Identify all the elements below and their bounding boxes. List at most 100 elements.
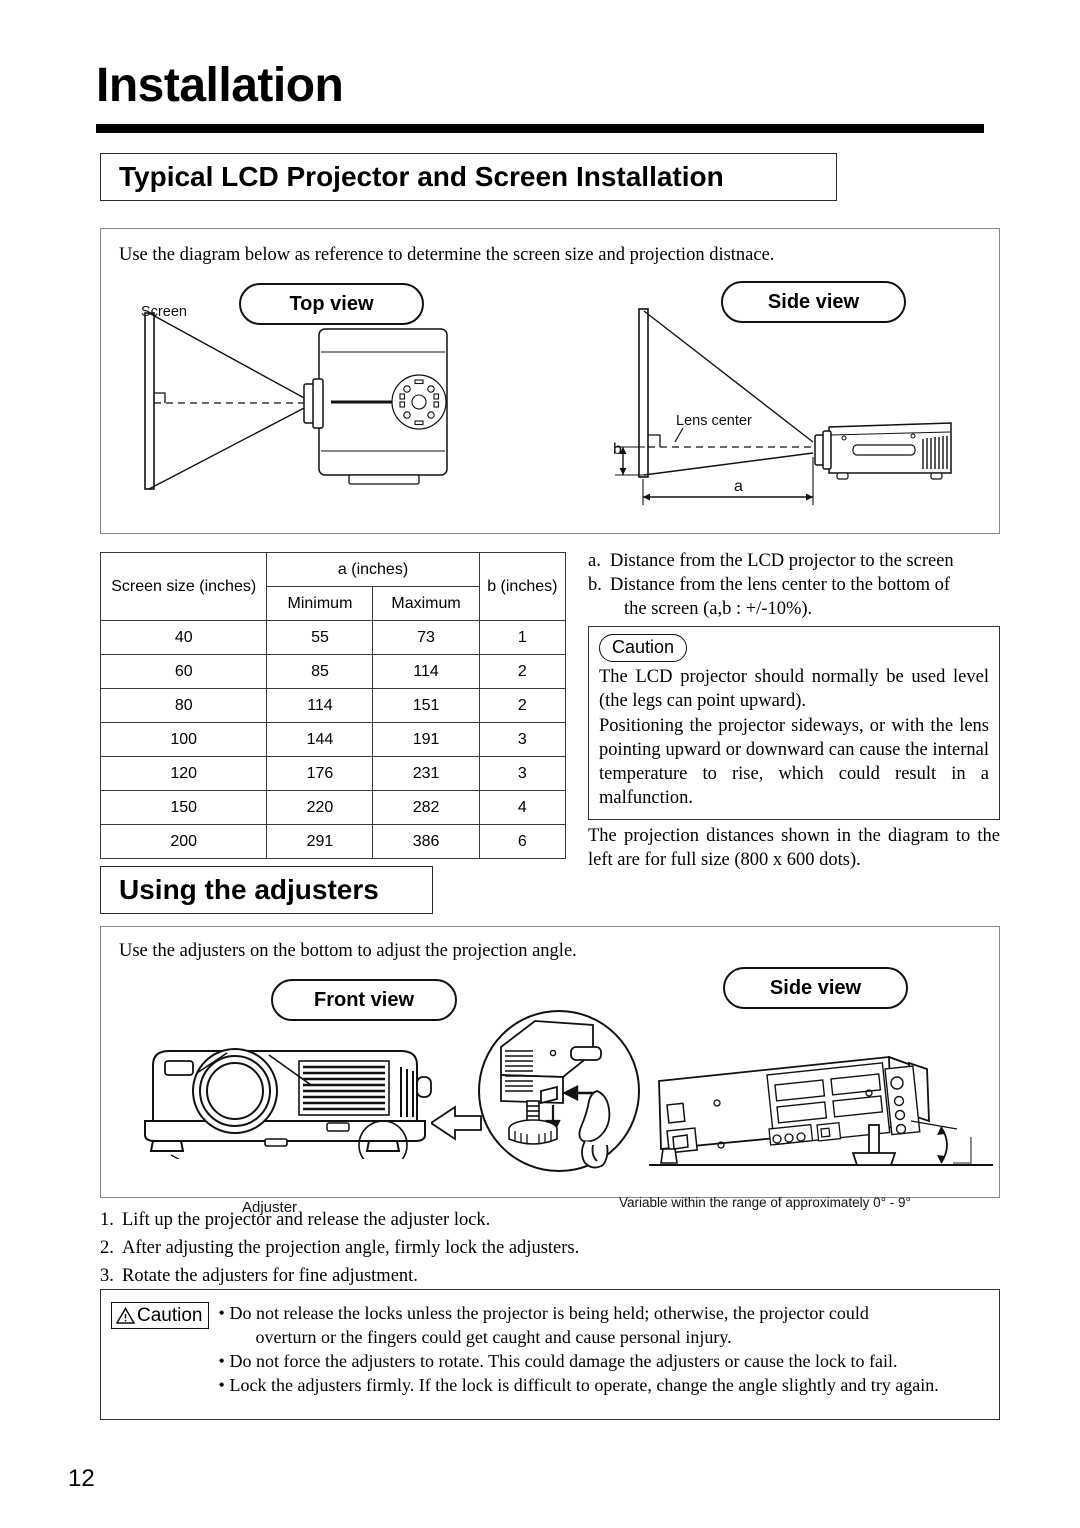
legend-a-text: Distance from the LCD projector to the s… (610, 551, 954, 571)
caution-bullet-text-continued: overturn or the fingers could get caught… (255, 1326, 732, 1347)
side-view-pill-bottom: Side view (723, 967, 908, 1009)
legend-b-text: Distance from the lens center to the bot… (610, 575, 951, 596)
step-text: Rotate the adjusters for fine adjustment… (122, 1266, 418, 1287)
step-text: After adjusting the projection angle, fi… (122, 1238, 580, 1259)
page-number: 12 (68, 1465, 95, 1492)
legend-item-a: a. Distance from the LCD projector to th… (588, 549, 1000, 573)
step-number: 1. (100, 1210, 114, 1230)
page-title: Installation (96, 59, 344, 112)
cell-a-min: 114 (266, 688, 374, 723)
legend-b-key: b. (588, 575, 602, 596)
header-b: b (inches) (478, 552, 567, 621)
section-heading-typical-installation: Typical LCD Projector and Screen Install… (100, 153, 837, 201)
adjuster-steps-list: 1. Lift up the projector and release the … (100, 1206, 1000, 1290)
caution-paragraph-1: The LCD projector should normally be use… (599, 667, 989, 712)
cell-a-min: 55 (266, 620, 374, 655)
cell-a-max: 191 (372, 722, 480, 757)
manual-page: Installation Typical LCD Projector and S… (0, 0, 1080, 1528)
top-view-pill-label: Top view (289, 292, 374, 315)
cell-screen-size: 120 (99, 756, 268, 791)
bullet-marker: • (218, 1350, 225, 1371)
dimension-b-label: b (613, 441, 622, 458)
adjusters-side-view-illustration (649, 1055, 993, 1166)
cell-a-max: 231 (372, 756, 480, 791)
cell-screen-size: 80 (99, 688, 268, 723)
caution-bullet: • Do not release the locks unless the pro… (219, 1302, 986, 1350)
cell-b: 4 (478, 790, 567, 825)
dimension-a-label: a (734, 478, 743, 495)
cell-screen-size: 60 (99, 654, 268, 689)
table-row: 120 176 231 3 (99, 756, 567, 791)
bullet-marker: • (218, 1374, 225, 1395)
caution-bullet-text: Lock the adjusters firmly. If the lock i… (229, 1374, 939, 1395)
header-screen-size: Screen size (inches) (99, 552, 268, 621)
cell-a-min: 291 (266, 824, 374, 859)
legend-b-text-continued: the screen (a,b : +/-10%). (624, 599, 813, 620)
cell-b: 3 (478, 756, 567, 791)
header-a-group: a (inches) (266, 552, 480, 587)
cell-a-max: 114 (372, 654, 480, 689)
table-head: Screen size (inches) a (inches) b (inche… (99, 552, 567, 621)
side-view-pill-bottom-label: Side view (769, 976, 862, 999)
step-item: 1. Lift up the projector and release the … (100, 1206, 1000, 1234)
lens-center-label: Lens center (676, 413, 752, 429)
step-number: 2. (100, 1238, 114, 1259)
caution-tag-label: Caution (137, 1305, 203, 1326)
table-row: 80 114 151 2 (99, 688, 567, 723)
table-row: 40 55 73 1 (99, 620, 567, 655)
caution-tag: Caution (111, 1302, 209, 1329)
warning-triangle-icon (116, 1307, 135, 1324)
adjusters-intro-text: Use the adjusters on the bottom to adjus… (119, 941, 577, 961)
step-item: 3. Rotate the adjusters for fine adjustme… (100, 1262, 1000, 1290)
caution-box-installation: Caution The LCD projector should normall… (588, 626, 1000, 820)
cell-b: 2 (478, 688, 567, 723)
side-view-pill-label: Side view (767, 290, 860, 313)
legend-and-caution-column: a. Distance from the LCD projector to th… (588, 549, 1000, 872)
screen-size-distance-table: Screen size (inches) a (inches) b (inche… (99, 552, 567, 859)
adjusters-diagram-box: Use the adjusters on the bottom to adjus… (100, 926, 1000, 1216)
table-row: 200 291 386 6 (99, 824, 567, 859)
title-underline-rule (96, 124, 984, 133)
legend-a-key: a. (588, 551, 601, 571)
cell-a-min: 220 (266, 790, 374, 825)
table-row: 150 220 282 4 (99, 790, 567, 825)
front-view-pill: Front view (271, 979, 457, 1021)
step-number: 3. (100, 1266, 114, 1287)
header-maximum: Maximum (372, 586, 480, 621)
top-view-pill: Top view (239, 283, 424, 325)
legend-item-b: b. Distance from the lens center to the … (588, 573, 1000, 597)
cell-screen-size: 100 (99, 722, 268, 757)
cell-b: 6 (478, 824, 567, 859)
cell-b: 2 (478, 654, 567, 689)
cell-a-max: 282 (372, 790, 480, 825)
cell-screen-size: 200 (99, 824, 268, 859)
screen-label: Screen (141, 304, 187, 320)
side-view-pill-top: Side view (721, 281, 906, 323)
step-text: Lift up the projector and release the ad… (122, 1210, 491, 1230)
section-heading-using-the-adjusters: Using the adjusters (100, 866, 433, 914)
table-body: 40 55 73 1 60 85 114 2 80 114 151 2 100 144 191 3 120 176… (99, 620, 567, 859)
typical-installation-intro-text: Use the diagram below as reference to de… (119, 245, 775, 265)
front-view-illustration (144, 1048, 432, 1159)
front-view-pill-label: Front view (313, 988, 414, 1011)
caution-bullet: • Lock the adjusters firmly. If the lock … (219, 1374, 986, 1398)
cell-b: 1 (478, 620, 567, 655)
cell-screen-size: 40 (99, 620, 268, 655)
bullet-marker: • (218, 1303, 225, 1323)
caution-bullet: • Do not force the adjusters to rotate. T… (219, 1350, 986, 1374)
caution-bullet-text: Do not force the adjusters to rotate. Th… (229, 1350, 898, 1371)
cell-screen-size: 150 (99, 790, 268, 825)
cell-a-min: 85 (266, 654, 374, 689)
projection-distance-note: The projection distances shown in the di… (588, 825, 1000, 870)
table-header-row-1: Screen size (inches) a (inches) b (inche… (99, 552, 567, 621)
cell-a-min: 176 (266, 756, 374, 791)
typical-installation-diagram-box: Use the diagram below as reference to de… (100, 228, 1000, 534)
table-row: 100 144 191 3 (99, 722, 567, 757)
step-item: 2. After adjusting the projection angle, … (100, 1234, 1000, 1262)
adjuster-detail-magnifier (431, 1010, 640, 1172)
header-minimum: Minimum (266, 586, 374, 621)
caution-paragraph-2: Positioning the projector sideways, or w… (599, 715, 989, 808)
cell-a-min: 144 (266, 722, 374, 757)
bottom-caution-block: Caution • Do not release the locks unless… (100, 1289, 1000, 1420)
table-row: 60 85 114 2 (99, 654, 567, 689)
